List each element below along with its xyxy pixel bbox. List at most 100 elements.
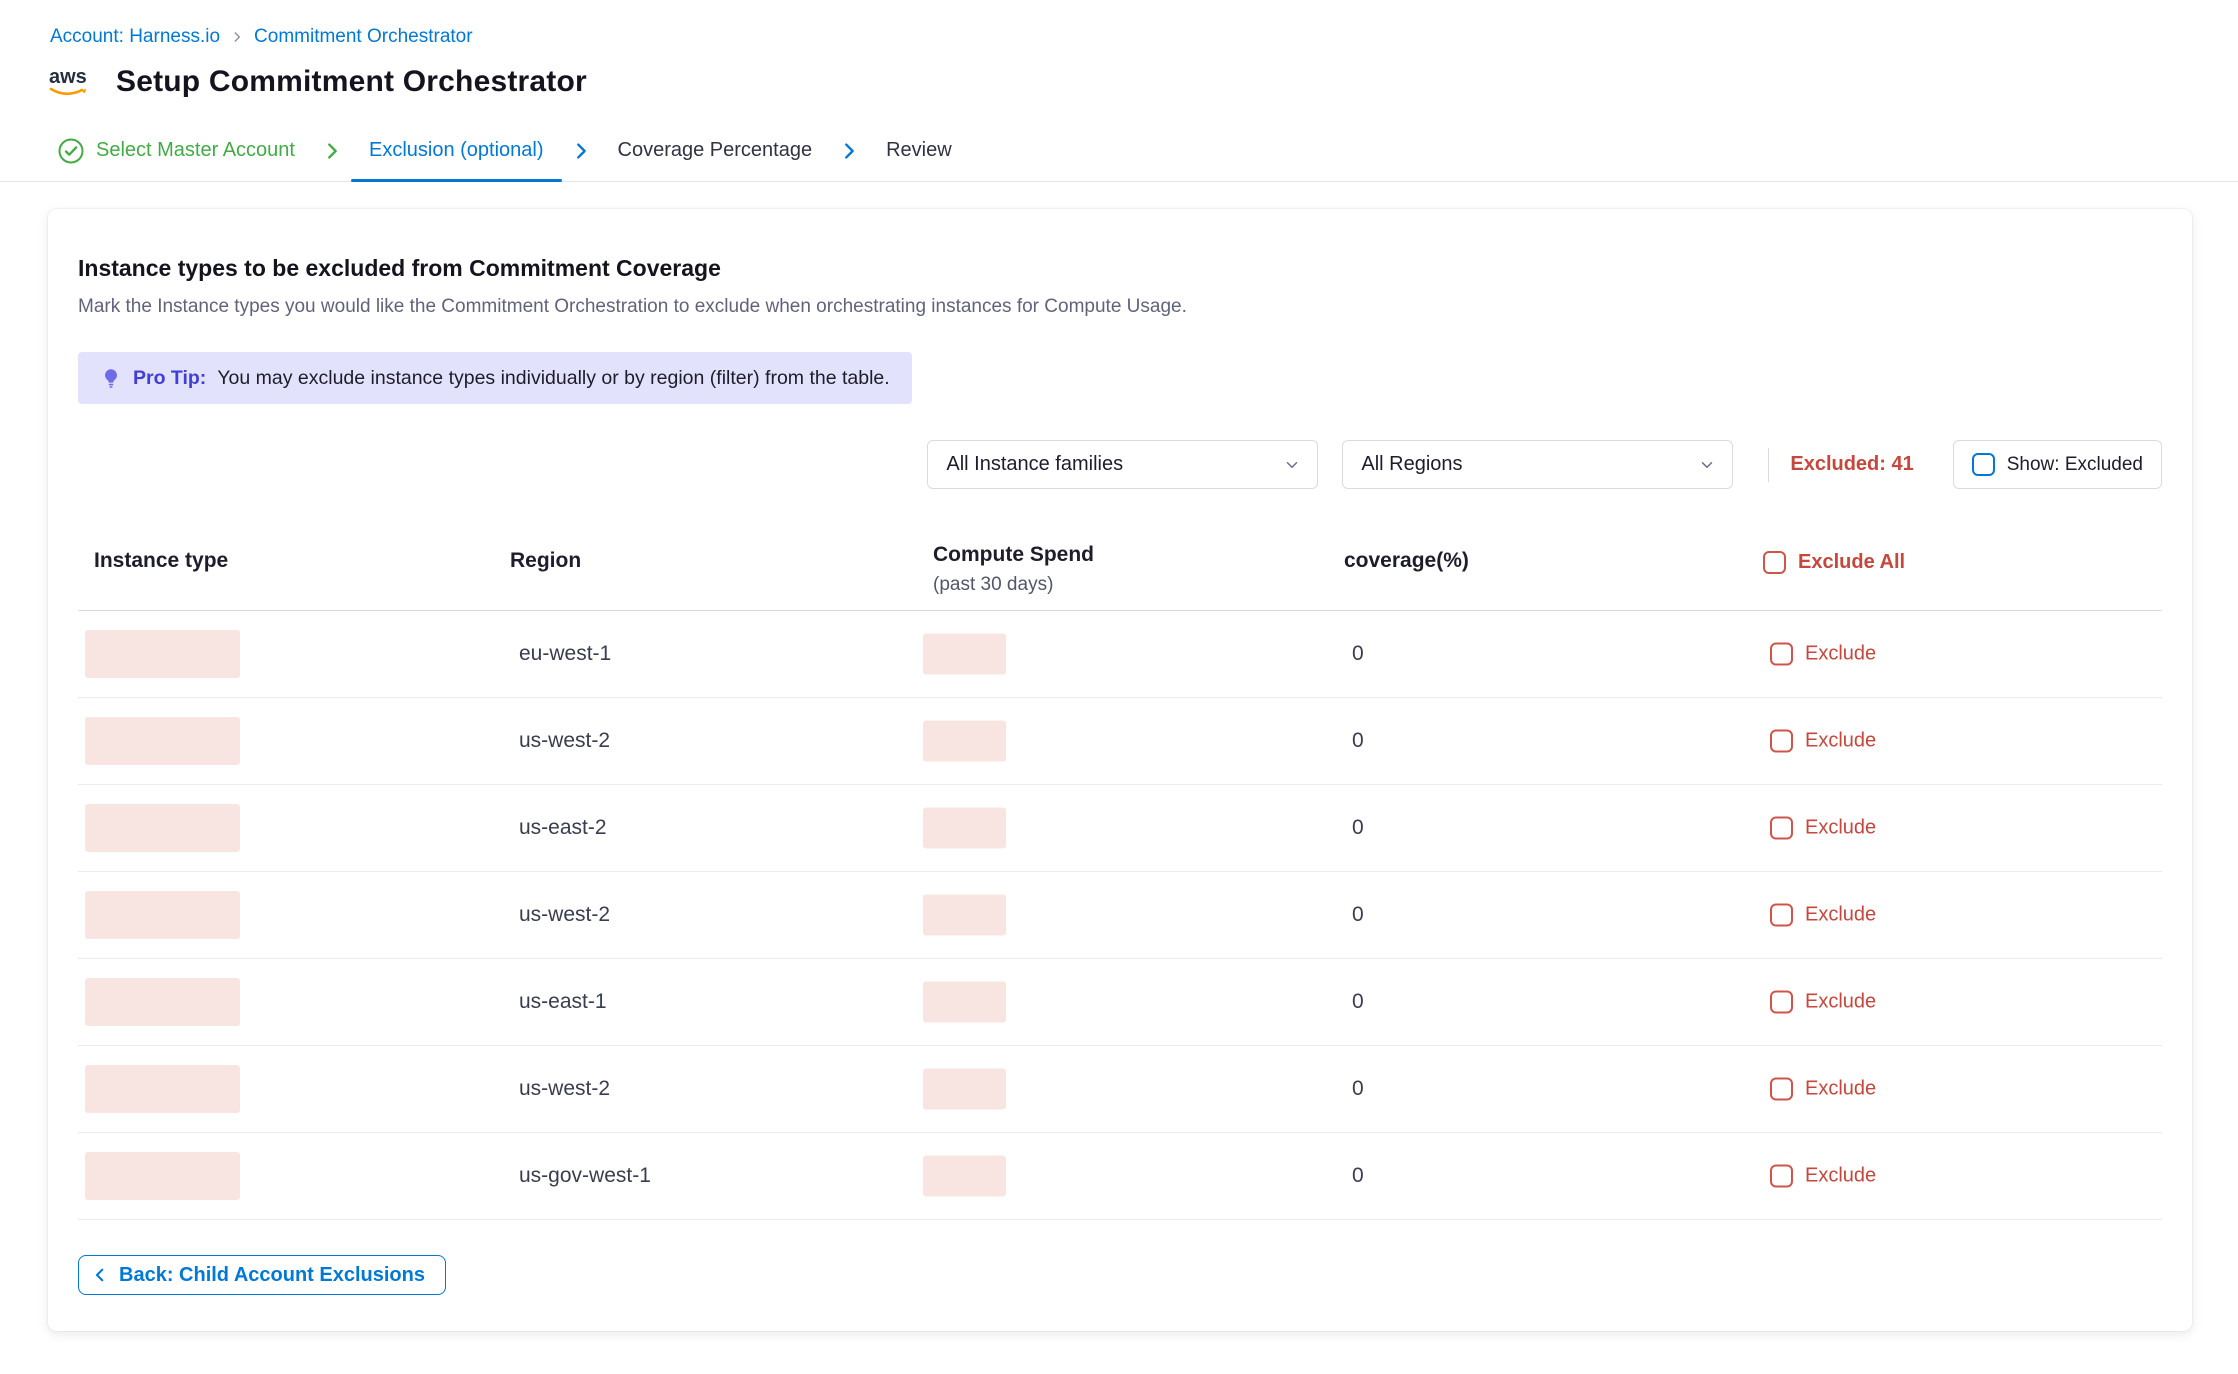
table-row: us-gov-west-1 0 Exclude xyxy=(78,1133,2162,1220)
row-region: us-west-2 xyxy=(519,1077,610,1100)
exclude-checkbox[interactable] xyxy=(1770,1165,1793,1188)
row-exclude-label: Exclude xyxy=(1805,730,1876,753)
row-coverage: 0 xyxy=(1352,1077,1364,1100)
redacted-instance-type xyxy=(85,717,240,765)
pro-tip-label: Pro Tip: xyxy=(133,367,206,390)
row-coverage: 0 xyxy=(1352,903,1364,926)
row-exclude-label: Exclude xyxy=(1805,817,1876,840)
page: Account: Harness.io Commitment Orchestra… xyxy=(0,0,2238,1374)
redacted-compute-spend xyxy=(923,1156,1006,1197)
row-exclude-label: Exclude xyxy=(1805,643,1876,666)
step-label: Exclusion (optional) xyxy=(369,139,544,162)
pro-tip-text: You may exclude instance types individua… xyxy=(217,367,889,390)
row-coverage: 0 xyxy=(1352,816,1364,839)
row-exclude-label: Exclude xyxy=(1805,1078,1876,1101)
header-compute-spend-sub: (past 30 days) xyxy=(933,574,1094,596)
aws-logo-icon: aws xyxy=(48,62,100,102)
header-compute-spend: Compute Spend (past 30 days) xyxy=(933,543,1094,596)
breadcrumb: Account: Harness.io Commitment Orchestra… xyxy=(0,0,2238,48)
row-region: us-east-1 xyxy=(519,990,607,1013)
table-row: us-west-2 0 Exclude xyxy=(78,872,2162,959)
back-button[interactable]: Back: Child Account Exclusions xyxy=(78,1255,446,1295)
redacted-compute-spend xyxy=(923,895,1006,936)
regions-value: All Regions xyxy=(1361,453,1462,476)
breadcrumb-current-link[interactable]: Commitment Orchestrator xyxy=(254,26,473,48)
exclude-checkbox[interactable] xyxy=(1770,643,1793,666)
header-region: Region xyxy=(510,549,581,573)
header-compute-spend-title: Compute Spend xyxy=(933,543,1094,567)
exclude-checkbox[interactable] xyxy=(1770,730,1793,753)
header-coverage: coverage(%) xyxy=(1344,549,1469,573)
row-coverage: 0 xyxy=(1352,642,1364,665)
row-region: eu-west-1 xyxy=(519,642,611,665)
row-region: us-west-2 xyxy=(519,903,610,926)
pro-tip-banner: Pro Tip: You may exclude instance types … xyxy=(78,352,912,404)
chevron-down-icon xyxy=(1283,456,1301,474)
chevron-left-icon xyxy=(91,1266,109,1284)
exclude-all-checkbox[interactable] xyxy=(1763,551,1786,574)
chevron-right-icon xyxy=(838,140,860,162)
back-button-label: Back: Child Account Exclusions xyxy=(119,1264,425,1287)
row-exclude-label: Exclude xyxy=(1805,1165,1876,1188)
chevron-down-icon xyxy=(1698,456,1716,474)
table-header: Instance type Region Compute Spend (past… xyxy=(78,527,2162,611)
instance-families-value: All Instance families xyxy=(946,453,1123,476)
filter-divider xyxy=(1768,448,1769,482)
row-coverage: 0 xyxy=(1352,1164,1364,1187)
redacted-compute-spend xyxy=(923,982,1006,1023)
row-region: us-east-2 xyxy=(519,816,607,839)
excluded-count: Excluded: 41 xyxy=(1790,453,1913,476)
header-instance-type: Instance type xyxy=(94,549,228,573)
exclusion-card: Instance types to be excluded from Commi… xyxy=(48,209,2192,1331)
step-label: Select Master Account xyxy=(96,139,295,162)
row-coverage: 0 xyxy=(1352,729,1364,752)
step-label: Review xyxy=(886,139,952,162)
check-circle-icon xyxy=(58,138,84,164)
page-title: Setup Commitment Orchestrator xyxy=(116,65,587,99)
exclude-all-label: Exclude All xyxy=(1798,551,1905,574)
card-subtitle: Mark the Instance types you would like t… xyxy=(78,296,2162,318)
table-row: us-west-2 0 Exclude xyxy=(78,698,2162,785)
redacted-compute-spend xyxy=(923,1069,1006,1110)
row-region: us-gov-west-1 xyxy=(519,1164,651,1187)
lightbulb-icon xyxy=(100,367,122,389)
redacted-instance-type xyxy=(85,978,240,1026)
redacted-instance-type xyxy=(85,804,240,852)
step-select-master-account[interactable]: Select Master Account xyxy=(58,120,313,181)
step-label: Coverage Percentage xyxy=(618,139,813,162)
show-excluded-toggle[interactable]: Show: Excluded xyxy=(1953,440,2162,489)
redacted-compute-spend xyxy=(923,808,1006,849)
breadcrumb-account-link[interactable]: Account: Harness.io xyxy=(50,26,220,48)
table-row: us-east-1 0 Exclude xyxy=(78,959,2162,1046)
table-row: us-east-2 0 Exclude xyxy=(78,785,2162,872)
show-excluded-label: Show: Excluded xyxy=(2007,454,2143,476)
table-row: eu-west-1 0 Exclude xyxy=(78,611,2162,698)
redacted-compute-spend xyxy=(923,634,1006,675)
step-review[interactable]: Review xyxy=(868,120,970,181)
row-exclude-label: Exclude xyxy=(1805,904,1876,927)
show-excluded-checkbox[interactable] xyxy=(1972,453,1995,476)
exclude-checkbox[interactable] xyxy=(1770,817,1793,840)
table-row: us-west-2 0 Exclude xyxy=(78,1046,2162,1133)
redacted-instance-type xyxy=(85,891,240,939)
exclude-checkbox[interactable] xyxy=(1770,991,1793,1014)
chevron-right-icon xyxy=(321,140,343,162)
redacted-instance-type xyxy=(85,1065,240,1113)
redacted-instance-type xyxy=(85,630,240,678)
exclude-checkbox[interactable] xyxy=(1770,1078,1793,1101)
chevron-right-icon xyxy=(570,140,592,162)
redacted-compute-spend xyxy=(923,721,1006,762)
step-exclusion-optional[interactable]: Exclusion (optional) xyxy=(351,120,562,181)
exclude-checkbox[interactable] xyxy=(1770,904,1793,927)
card-title: Instance types to be excluded from Commi… xyxy=(78,255,2162,282)
table-body: eu-west-1 0 Exclude us-west-2 0 Exclude xyxy=(78,611,2162,1220)
redacted-instance-type xyxy=(85,1152,240,1200)
row-coverage: 0 xyxy=(1352,990,1364,1013)
regions-select[interactable]: All Regions xyxy=(1342,440,1733,489)
header-exclude-all: Exclude All xyxy=(1763,551,1905,574)
step-coverage-percentage[interactable]: Coverage Percentage xyxy=(600,120,831,181)
row-region: us-west-2 xyxy=(519,729,610,752)
filter-bar: All Instance families All Regions Exclud… xyxy=(78,440,2162,489)
row-exclude-label: Exclude xyxy=(1805,991,1876,1014)
instance-families-select[interactable]: All Instance families xyxy=(927,440,1318,489)
